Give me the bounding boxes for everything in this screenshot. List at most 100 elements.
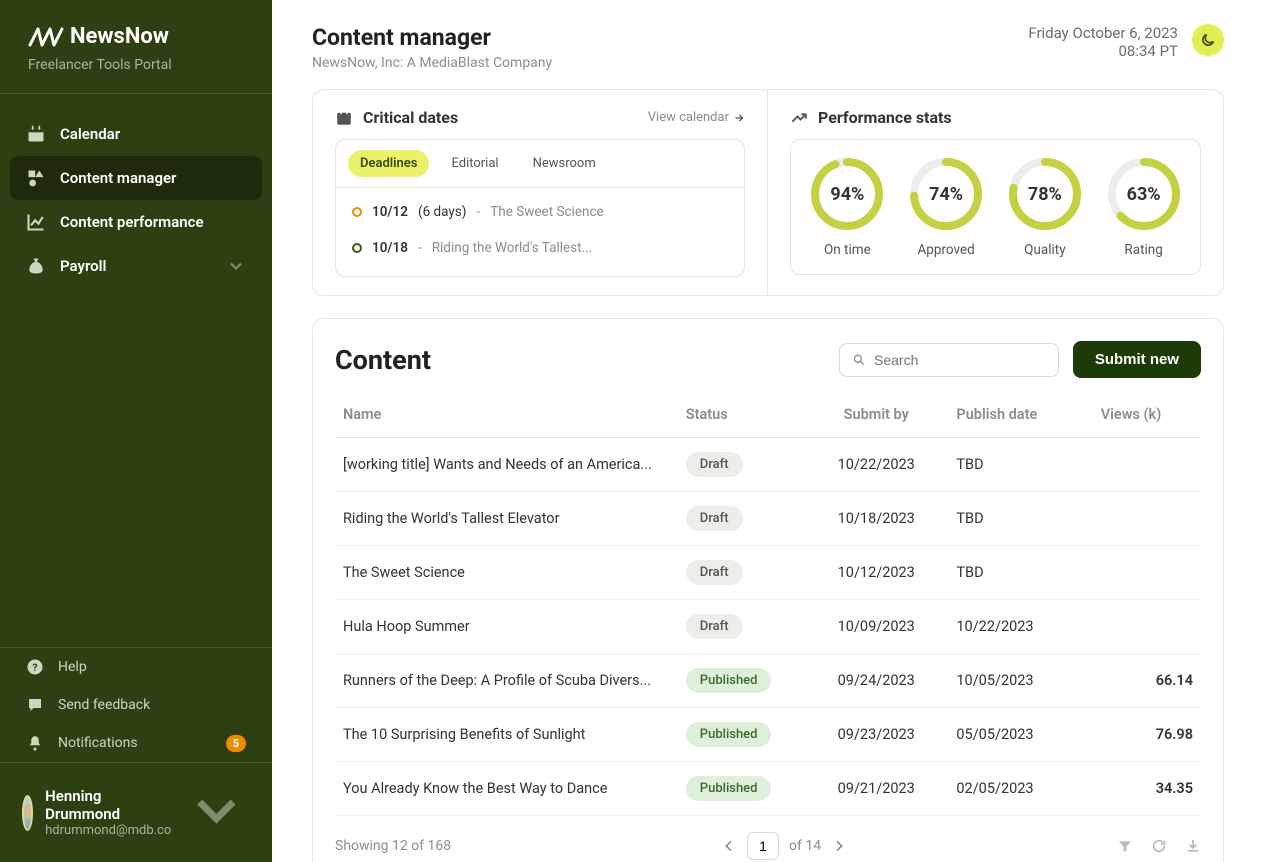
search-input[interactable] xyxy=(874,352,1046,368)
clock-time: 08:34 PT xyxy=(1028,42,1178,60)
cell-publish: TBD xyxy=(948,546,1092,600)
cell-views xyxy=(1093,438,1201,492)
cell-name: You Already Know the Best Way to Dance xyxy=(335,762,678,816)
topbar: Content manager NewsNow, Inc: A MediaBla… xyxy=(312,24,1224,71)
col-publish[interactable]: Publish date xyxy=(948,392,1092,438)
nav-label: Content manager xyxy=(60,169,176,187)
cell-submit: 10/12/2023 xyxy=(804,546,948,600)
col-submit-by[interactable]: Submit by xyxy=(804,392,948,438)
col-status[interactable]: Status xyxy=(678,392,804,438)
nav: Calendar Content manager Content perform… xyxy=(0,94,272,288)
footer-label: Help xyxy=(58,659,87,675)
table-row[interactable]: Runners of the Deep: A Profile of Scuba … xyxy=(335,654,1201,708)
performance-card: Performance stats 94% On time 74% A xyxy=(768,90,1223,295)
help-link[interactable]: ? Help xyxy=(0,648,272,686)
clock: Friday October 6, 2023 08:34 PT xyxy=(1028,24,1178,60)
submit-new-button[interactable]: Submit new xyxy=(1073,341,1201,378)
deadline-date: 10/12 xyxy=(372,204,408,220)
gauge-value: 78% xyxy=(1007,156,1083,232)
chart-line-icon xyxy=(26,212,46,232)
gauge-label: Rating xyxy=(1124,242,1162,258)
view-calendar-link[interactable]: View calendar xyxy=(648,110,745,125)
cell-status: Published xyxy=(678,708,804,762)
gauge-ring: 94% xyxy=(809,156,885,232)
gauge-ring: 74% xyxy=(908,156,984,232)
page-input[interactable] xyxy=(747,832,779,860)
trend-up-icon xyxy=(790,109,808,127)
cell-status: Draft xyxy=(678,600,804,654)
status-badge: Published xyxy=(686,776,772,801)
chevron-down-icon xyxy=(226,256,246,276)
theme-toggle[interactable] xyxy=(1192,24,1224,56)
cell-status: Draft xyxy=(678,438,804,492)
chat-icon xyxy=(26,696,44,714)
gauge-label: Quality xyxy=(1024,242,1065,258)
cell-views xyxy=(1093,546,1201,600)
notifications-link[interactable]: Notifications 5 xyxy=(0,724,272,762)
cell-views: 76.98 xyxy=(1093,708,1201,762)
gauge-value: 74% xyxy=(908,156,984,232)
status-badge: Draft xyxy=(686,506,743,531)
gauge-ring: 63% xyxy=(1106,156,1182,232)
chevron-left-icon[interactable] xyxy=(721,838,737,854)
critical-tabs-box: Deadlines Editorial Newsroom 10/12 (6 da… xyxy=(335,139,745,277)
content-card: Content Submit new Name Status Submit by… xyxy=(312,318,1224,862)
nav-label: Content performance xyxy=(60,213,204,231)
status-badge: Draft xyxy=(686,452,743,477)
cell-publish: 02/05/2023 xyxy=(948,762,1092,816)
table-row[interactable]: [working title] Wants and Needs of an Am… xyxy=(335,438,1201,492)
user-menu[interactable]: Henning Drummond hdrummond@mdb.co xyxy=(0,762,272,862)
nav-payroll[interactable]: Payroll xyxy=(10,244,262,288)
download-icon[interactable] xyxy=(1185,838,1201,854)
cell-name: [working title] Wants and Needs of an Am… xyxy=(335,438,678,492)
nav-calendar[interactable]: Calendar xyxy=(10,112,262,156)
table-row[interactable]: Hula Hoop Summer Draft 10/09/2023 10/22/… xyxy=(335,600,1201,654)
gauge-value: 63% xyxy=(1106,156,1182,232)
sidebar-footer: ? Help Send feedback Notifications 5 Hen… xyxy=(0,647,272,862)
refresh-icon[interactable] xyxy=(1151,838,1167,854)
cell-submit: 10/22/2023 xyxy=(804,438,948,492)
clock-date: Friday October 6, 2023 xyxy=(1028,24,1178,42)
deadline-list: 10/12 (6 days) - The Sweet Science 10/18… xyxy=(336,188,744,276)
arrow-right-icon xyxy=(733,112,745,124)
cell-views: 34.35 xyxy=(1093,762,1201,816)
notif-badge: 5 xyxy=(226,735,246,752)
table-row[interactable]: Riding the World's Tallest Elevator Draf… xyxy=(335,492,1201,546)
view-calendar-label: View calendar xyxy=(648,110,729,125)
feedback-link[interactable]: Send feedback xyxy=(0,686,272,724)
page-title: Content manager xyxy=(312,24,552,51)
cell-name: Riding the World's Tallest Elevator xyxy=(335,492,678,546)
cell-publish: TBD xyxy=(948,492,1092,546)
filter-icon[interactable] xyxy=(1117,838,1133,854)
cell-views xyxy=(1093,492,1201,546)
cell-status: Draft xyxy=(678,492,804,546)
status-badge: Published xyxy=(686,668,772,693)
col-views[interactable]: Views (k) xyxy=(1093,392,1201,438)
pagination: Showing 12 of 168 of 14 xyxy=(335,816,1201,860)
sidebar: NewsNow Freelancer Tools Portal Calendar… xyxy=(0,0,272,862)
table-row[interactable]: The 10 Surprising Benefits of Sunlight P… xyxy=(335,708,1201,762)
cell-submit: 09/24/2023 xyxy=(804,654,948,708)
deadline-title: The Sweet Science xyxy=(490,204,603,220)
search-input-wrapper[interactable] xyxy=(839,343,1059,377)
pager-info: Showing 12 of 168 xyxy=(335,838,451,854)
content-title: Content xyxy=(335,344,431,376)
cell-views xyxy=(1093,600,1201,654)
table-row[interactable]: The Sweet Science Draft 10/12/2023 TBD xyxy=(335,546,1201,600)
tab-editorial[interactable]: Editorial xyxy=(439,150,510,177)
deadline-item[interactable]: 10/12 (6 days) - The Sweet Science xyxy=(346,194,734,230)
tab-deadlines[interactable]: Deadlines xyxy=(348,150,429,177)
svg-text:?: ? xyxy=(32,661,37,674)
user-email: hdrummond@mdb.co xyxy=(45,823,171,838)
nav-content-manager[interactable]: Content manager xyxy=(10,156,262,200)
nav-content-performance[interactable]: Content performance xyxy=(10,200,262,244)
tab-newsroom[interactable]: Newsroom xyxy=(521,150,608,177)
deadline-item[interactable]: 10/18 - Riding the World's Tallest... xyxy=(346,230,734,266)
gauge: 74% Approved xyxy=(904,156,989,258)
col-name[interactable]: Name xyxy=(335,392,678,438)
bell-icon xyxy=(26,734,44,752)
gauges: 94% On time 74% Approved 78% Qu xyxy=(790,139,1201,275)
nav-label: Calendar xyxy=(60,125,120,143)
table-row[interactable]: You Already Know the Best Way to Dance P… xyxy=(335,762,1201,816)
chevron-right-icon[interactable] xyxy=(831,838,847,854)
